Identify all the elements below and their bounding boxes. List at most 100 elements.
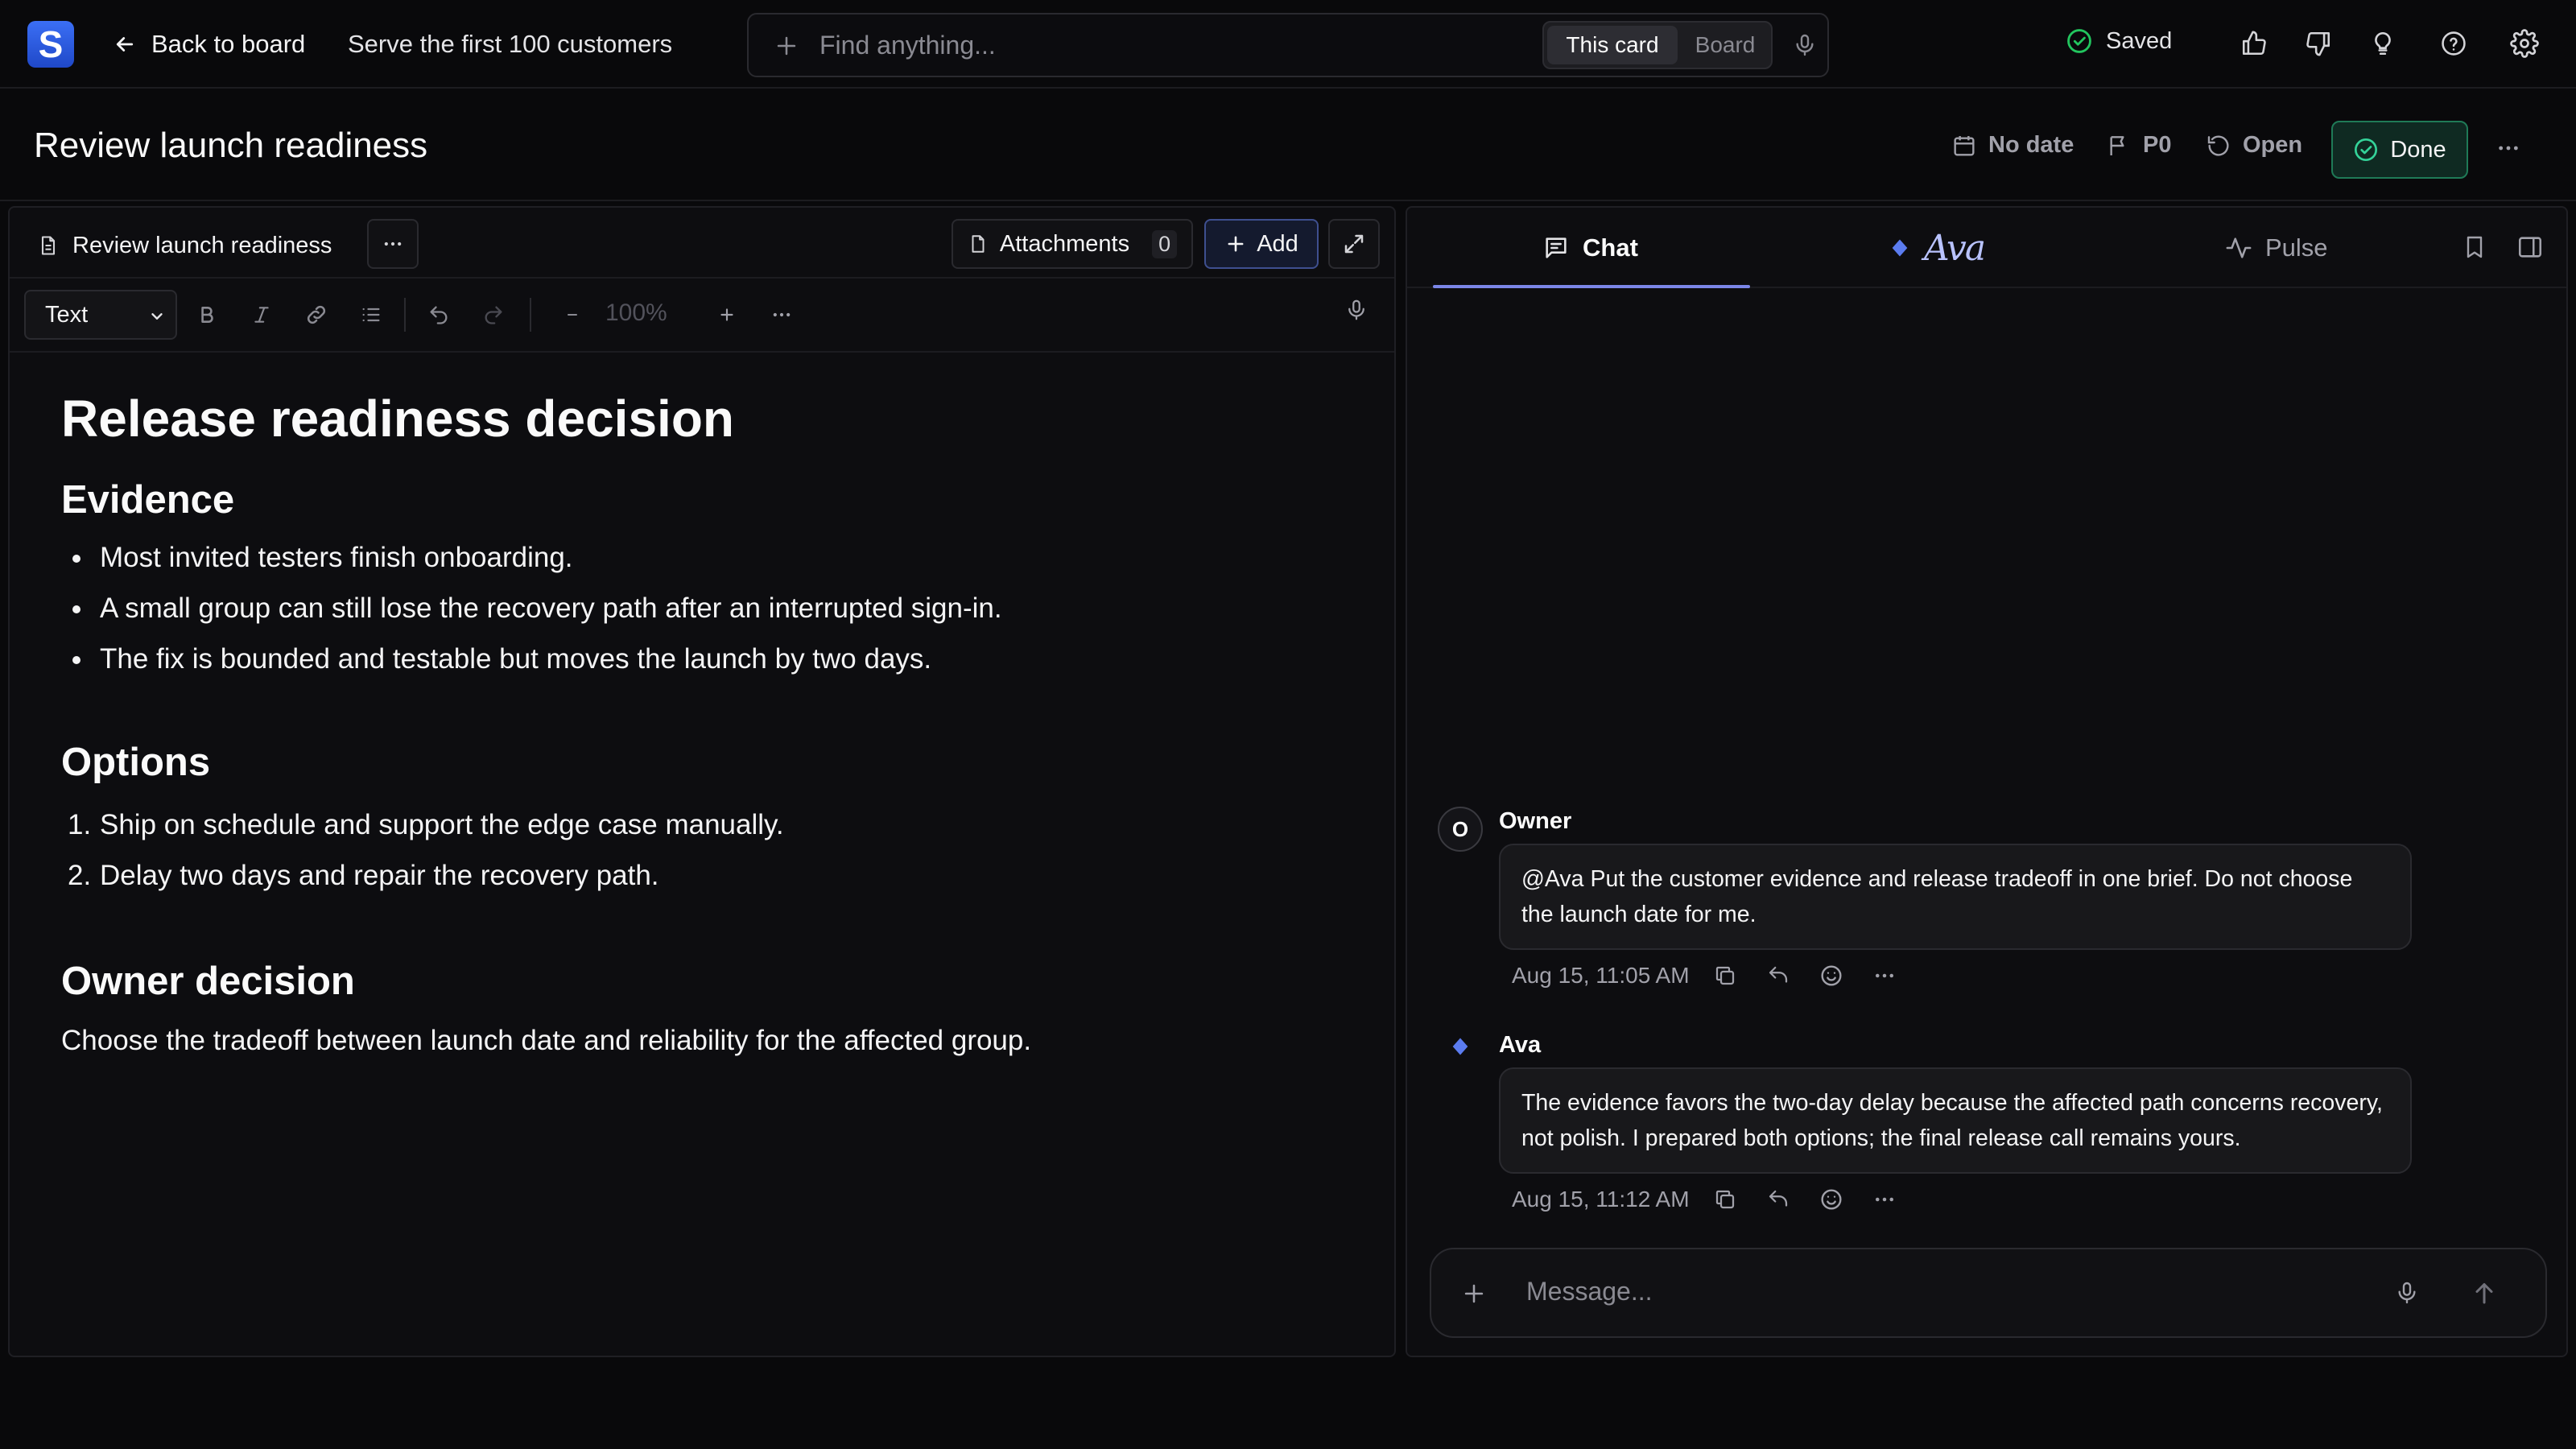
- save-status: Saved: [2066, 27, 2172, 55]
- zoom-level: 100%: [605, 299, 667, 326]
- logo-letter: S: [38, 23, 64, 65]
- more-horizontal-icon[interactable]: [1867, 964, 1902, 988]
- editor-panel: Review launch readiness Attachments 0 Ad…: [8, 206, 1396, 1357]
- copy-icon[interactable]: [1707, 964, 1743, 988]
- bookmark-icon[interactable]: [2462, 233, 2487, 261]
- bold-icon[interactable]: [193, 301, 221, 328]
- more-horizontal-icon[interactable]: [1867, 1187, 1902, 1212]
- link-icon[interactable]: [303, 301, 330, 328]
- zoom-out-icon[interactable]: [559, 301, 586, 328]
- list-item: 2. Delay two days and repair the recovery…: [61, 860, 784, 910]
- message-composer[interactable]: Message...: [1430, 1248, 2547, 1338]
- add-reaction-icon[interactable]: [1814, 963, 1849, 989]
- attachments-label: Attachments: [999, 230, 1130, 257]
- ava-diamond-icon: [1449, 1035, 1472, 1058]
- check-circle-icon: [2353, 137, 2379, 163]
- activity-icon: [2225, 234, 2252, 262]
- block-type-select[interactable]: Text: [24, 290, 177, 340]
- option-text: Ship on schedule and support the edge ca…: [100, 809, 784, 840]
- help-icon[interactable]: [2438, 27, 2470, 60]
- decision-heading: Owner decision: [61, 960, 355, 1003]
- list-item: Most invited testers finish onboarding.: [61, 542, 1002, 592]
- bullet-list-icon[interactable]: [357, 301, 385, 328]
- search-bar[interactable]: Find anything... This card Board: [747, 13, 1829, 77]
- tab-ava-label: Ava: [1924, 227, 1986, 269]
- chevron-down-icon: [148, 308, 166, 325]
- more-horizontal-icon[interactable]: [768, 301, 795, 328]
- arrow-left-icon: [113, 32, 137, 56]
- document-body[interactable]: Release readiness decision Evidence Most…: [61, 389, 1349, 1056]
- expand-button[interactable]: [1328, 219, 1380, 269]
- italic-icon[interactable]: [248, 301, 275, 328]
- scope-this-card[interactable]: This card: [1547, 26, 1678, 64]
- search-scope-toggle: This card Board: [1542, 21, 1773, 69]
- attachments-count: 0: [1152, 229, 1178, 258]
- document-tab[interactable]: Review launch readiness: [37, 225, 332, 266]
- expand-icon: [1342, 232, 1366, 256]
- flag-icon: [2106, 133, 2132, 159]
- toolbar-divider: [530, 298, 531, 332]
- status-button[interactable]: Open: [2206, 132, 2302, 159]
- active-tab-indicator: [1433, 285, 1750, 288]
- message-bubble: @Ava Put the customer evidence and relea…: [1499, 844, 2412, 950]
- sidebar-toggle-icon[interactable]: [2516, 233, 2544, 261]
- board-title: Serve the first 100 customers: [348, 30, 673, 58]
- list-number: 1.: [68, 809, 92, 840]
- option-text: Delay two days and repair the recovery p…: [100, 860, 659, 891]
- evidence-list: Most invited testers finish onboarding. …: [61, 542, 1002, 694]
- list-item: A small group can still lose the recover…: [61, 592, 1002, 643]
- reply-icon[interactable]: [1761, 964, 1796, 988]
- message-timestamp: Aug 15, 11:12 AM: [1512, 1187, 1690, 1212]
- priority-button[interactable]: P0: [2106, 132, 2171, 159]
- reply-icon[interactable]: [1761, 1187, 1796, 1212]
- message-bubble: The evidence favors the two-day delay be…: [1499, 1067, 2412, 1174]
- list-number: 2.: [68, 860, 92, 891]
- block-type-value: Text: [45, 301, 89, 328]
- more-horizontal-icon[interactable]: [2496, 135, 2521, 161]
- microphone-icon[interactable]: [1343, 296, 1370, 324]
- lightbulb-icon[interactable]: [2367, 27, 2399, 60]
- ava-diamond-icon: [1889, 237, 1911, 259]
- tab-pulse[interactable]: Pulse: [2225, 227, 2328, 269]
- document-menu-button[interactable]: [367, 219, 419, 269]
- list-item: The fix is bounded and testable but move…: [61, 643, 1002, 694]
- done-label: Done: [2390, 136, 2446, 163]
- message-square-icon: [1542, 234, 1570, 262]
- message-input[interactable]: Message...: [1526, 1277, 1653, 1307]
- message-sender: Ava: [1499, 1032, 1542, 1058]
- add-reaction-icon[interactable]: [1814, 1187, 1849, 1212]
- add-button[interactable]: Add: [1204, 219, 1319, 269]
- thumbs-up-icon[interactable]: [2238, 27, 2270, 60]
- app-logo[interactable]: S: [27, 21, 74, 68]
- date-label: No date: [1988, 132, 2074, 158]
- copy-icon[interactable]: [1707, 1187, 1743, 1212]
- undo-icon[interactable]: [425, 301, 452, 328]
- scope-board[interactable]: Board: [1681, 26, 1769, 64]
- date-button[interactable]: No date: [1951, 132, 2074, 159]
- status-label: Open: [2243, 132, 2303, 158]
- calendar-icon: [1951, 133, 1977, 159]
- save-status-label: Saved: [2106, 27, 2173, 54]
- document-title: Release readiness decision: [61, 390, 734, 448]
- attachments-button[interactable]: Attachments 0: [952, 219, 1193, 269]
- redo-icon[interactable]: [480, 301, 507, 328]
- send-arrow-icon[interactable]: [2470, 1278, 2499, 1307]
- tab-ava[interactable]: Ava: [1889, 227, 1986, 269]
- toolbar-divider: [404, 298, 406, 332]
- done-button[interactable]: Done: [2331, 121, 2468, 179]
- thumbs-down-icon[interactable]: [2302, 27, 2334, 60]
- gear-icon[interactable]: [2508, 27, 2541, 60]
- back-label: Back to board: [151, 30, 306, 58]
- search-input[interactable]: Find anything...: [819, 31, 996, 60]
- microphone-icon[interactable]: [1792, 31, 1818, 60]
- tab-chat[interactable]: Chat: [1542, 227, 1638, 269]
- options-heading: Options: [61, 741, 211, 784]
- back-to-board-button[interactable]: Back to board: [113, 24, 305, 64]
- plus-icon[interactable]: [773, 32, 800, 60]
- card-title[interactable]: Review launch readiness: [34, 126, 427, 166]
- zoom-in-icon[interactable]: [713, 301, 741, 328]
- plus-icon: [1224, 233, 1247, 255]
- microphone-icon[interactable]: [2394, 1278, 2420, 1307]
- file-icon: [968, 231, 989, 257]
- plus-icon[interactable]: [1460, 1280, 1488, 1307]
